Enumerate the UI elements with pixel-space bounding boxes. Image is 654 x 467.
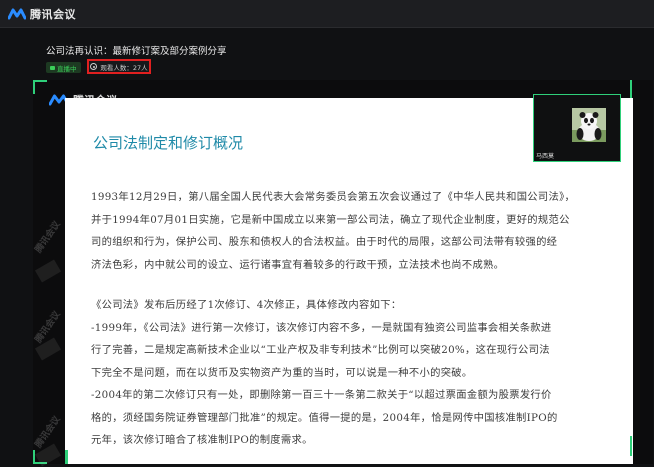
slide-text-line: 并于1994年07月01日实施，它是新中国成立以来第一部公司法，确立了现代企业制… (91, 213, 570, 226)
app-title-bar: 腾讯会议 (0, 0, 654, 28)
app-title: 腾讯会议 (30, 7, 76, 21)
slide-paragraph-2: 《公司法》发布后历经了1次修订、4次修正，具体修改内容如下： -1999年，《公… (91, 294, 558, 452)
slide-accent-bar (65, 450, 68, 464)
slide-text-line: 格的，须经国务院证券管理部门批准”的规定。值得一提的是，2004年，恰是网传中国… (91, 411, 558, 424)
slide-text-line: -2004年的第二次修订只有一处，即删除第一百三十一条第二款关于“以超过票面金额… (91, 389, 552, 401)
participant-video-tile[interactable]: 马西莫 (533, 94, 621, 162)
viewer-count-label: 观看人数：27人 (100, 63, 148, 72)
slide-text-line: 司的组织和行为，保护公司、股东和债权人的合法权益。由于时代的局限，这部公司法带有… (91, 236, 558, 248)
slide-paragraph-1: 1993年12月29日，第八届全国人民代表大会常务委员会第五次会议通过了《中华人… (91, 186, 575, 276)
slide-text-line: 济法色彩，内中就公司的设立、运行诸事宜有着较多的行政干预，立法技术也尚不成熟。 (91, 258, 505, 271)
participant-avatar (572, 108, 606, 142)
participant-name: 马西莫 (536, 153, 555, 160)
live-camera-icon (50, 65, 55, 70)
slide-text-line: -1999年，《公司法》进行第一次修订，该次修订内容不多，一是就国有独资公司监事… (91, 321, 552, 334)
app-logo: 腾讯会议 (8, 6, 76, 22)
slide-text-line: 行了完善，二是规定高新技术企业以“工业产权及非专利技术”比例可以突破20%，这在… (91, 344, 550, 356)
stage-edge-marker (630, 436, 632, 456)
watermark-text: 腾讯会议 (33, 309, 63, 345)
watermark-logo-icon (34, 259, 62, 283)
stage-corner-marker (33, 80, 47, 94)
tencent-meeting-logo-icon (8, 8, 26, 19)
watermark-text: 腾讯会议 (33, 414, 63, 450)
stage-edge-marker (630, 80, 632, 98)
meeting-title: 公司法再认识：最新修订案及部分案例分享 (46, 46, 227, 57)
eye-icon (90, 63, 98, 70)
slide-text-line: 下完全不是问题，而在以货币及实物资产为重的当时，可以说是一种不小的突破。 (91, 366, 473, 379)
live-label: 直播中 (57, 64, 77, 73)
slide-heading: 公司法制定和修订概况 (93, 134, 244, 152)
panda-avatar-icon (572, 108, 606, 142)
slide-text-line: 元年，该次修订暗合了核准制IPO的制度需求。 (91, 434, 313, 446)
live-status-badge: 直播中 (46, 62, 81, 73)
watermark-text: 腾讯会议 (33, 219, 63, 255)
slide-text-line: 《公司法》发布后历经了1次修订、4次修正，具体修改内容如下： (91, 299, 402, 311)
viewer-count[interactable]: 观看人数：27人 (87, 59, 151, 74)
slide-text-line: 1993年12月29日，第八届全国人民代表大会常务委员会第五次会议通过了《中华人… (91, 191, 576, 203)
meeting-info: 公司法再认识：最新修订案及部分案例分享 直播中 观看人数：27人 (0, 28, 654, 80)
